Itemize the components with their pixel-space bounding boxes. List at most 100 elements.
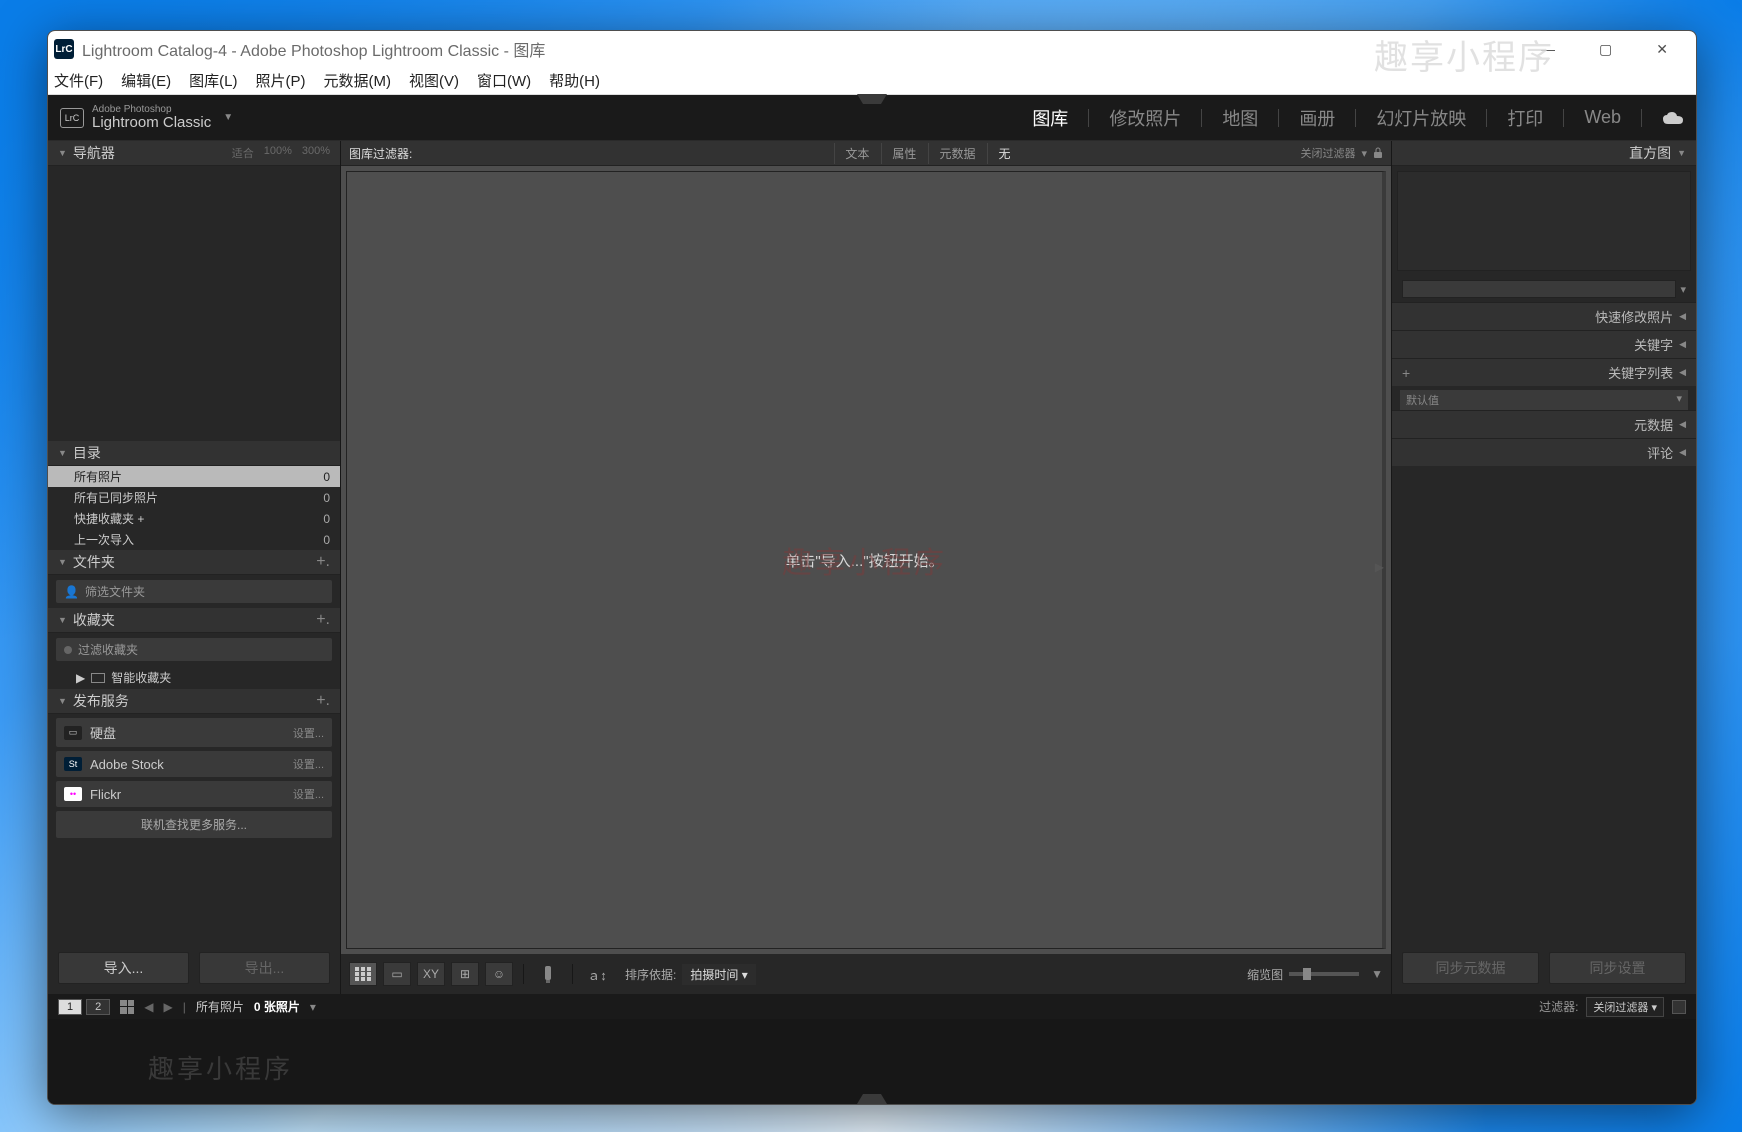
filmstrip-source-label[interactable]: 所有照片: [196, 998, 244, 1015]
catalog-body: 所有照片 0 所有已同步照片 0 快捷收藏夹 + 0 上一次导入 0: [48, 466, 340, 550]
module-develop[interactable]: 修改照片: [1109, 105, 1181, 131]
publish-setup-link[interactable]: 设置...: [293, 756, 324, 772]
import-export-bar: 导入... 导出...: [48, 942, 340, 994]
close-button[interactable]: ✕: [1648, 37, 1676, 62]
nav-fit[interactable]: 适合: [232, 145, 254, 161]
catalog-header[interactable]: ▼ 目录: [48, 441, 340, 466]
catalog-last-import[interactable]: 上一次导入 0: [48, 529, 340, 550]
filmstrip-header: 1 2 ◀ ▶ | 所有照片 0 张照片 ▾ 过滤器: 关闭过滤器 ▾: [48, 994, 1696, 1019]
lock-icon[interactable]: [1373, 147, 1383, 159]
metadata-header[interactable]: 元数据 ◀: [1392, 410, 1696, 438]
painter-tool[interactable]: [534, 962, 562, 986]
filter-tab-none[interactable]: 无: [987, 143, 1020, 164]
panel-expand-right-icon[interactable]: ▶: [1375, 560, 1384, 574]
publish-setup-link[interactable]: 设置...: [293, 786, 324, 802]
menu-photo[interactable]: 照片(P): [256, 70, 306, 91]
grid-indicator-icon[interactable]: [120, 1000, 134, 1014]
watermark-bottom: 趣享小程序: [148, 1049, 293, 1086]
module-book[interactable]: 画册: [1299, 105, 1335, 131]
quick-develop-header[interactable]: 快速修改照片 ◀: [1392, 302, 1696, 330]
cloud-sync-icon[interactable]: [1662, 111, 1684, 125]
keywording-header[interactable]: 关键字 ◀: [1392, 330, 1696, 358]
module-map[interactable]: 地图: [1222, 105, 1258, 131]
publish-harddrive[interactable]: ▭ 硬盘 设置...: [56, 718, 332, 747]
catalog-synced[interactable]: 所有已同步照片 0: [48, 487, 340, 508]
add-keyword-button[interactable]: +: [1402, 365, 1410, 381]
quick-develop-title: 快速修改照片: [1595, 307, 1673, 326]
publish-title: 发布服务: [73, 691, 129, 711]
module-print[interactable]: 打印: [1507, 105, 1543, 131]
add-folder-button[interactable]: +.: [316, 553, 330, 571]
nav-300[interactable]: 300%: [302, 145, 330, 161]
menu-window[interactable]: 窗口(W): [477, 70, 531, 91]
filter-tab-meta[interactable]: 元数据: [928, 143, 985, 164]
menu-library[interactable]: 图库(L): [189, 70, 237, 91]
comments-header[interactable]: 评论 ◀: [1392, 438, 1696, 466]
catalog-item-count: 0: [323, 470, 330, 484]
secondary-display-button[interactable]: 2: [86, 999, 110, 1015]
identity-plate-menu-icon[interactable]: ▼: [223, 112, 233, 123]
sync-settings-button[interactable]: 同步设置: [1549, 952, 1686, 984]
menu-metadata[interactable]: 元数据(M): [324, 70, 392, 91]
toolbar-menu-icon[interactable]: ▼: [1371, 967, 1383, 981]
chevron-down-icon[interactable]: ▾: [310, 1000, 316, 1014]
collapse-icon: ◀: [1679, 311, 1686, 322]
grid-view-button[interactable]: [349, 962, 377, 986]
histogram-header[interactable]: 直方图 ▼: [1392, 141, 1696, 166]
maximize-button[interactable]: ▢: [1591, 37, 1620, 62]
compare-view-button[interactable]: XY: [417, 962, 445, 986]
catalog-title: 目录: [73, 443, 101, 463]
catalog-quick[interactable]: 快捷收藏夹 + 0: [48, 508, 340, 529]
smart-collections-row[interactable]: ▶ 智能收藏夹: [48, 666, 340, 689]
filmstrip[interactable]: 趣享小程序: [48, 1019, 1696, 1104]
import-button[interactable]: 导入...: [58, 952, 189, 984]
nav-100[interactable]: 100%: [264, 145, 292, 161]
module-library[interactable]: 图库: [1032, 105, 1068, 131]
publish-adobestock[interactable]: St Adobe Stock 设置...: [56, 751, 332, 777]
filter-tab-attrib[interactable]: 属性: [881, 143, 926, 164]
menu-view[interactable]: 视图(V): [409, 70, 459, 91]
loupe-view-button[interactable]: ▭: [383, 962, 411, 986]
add-collection-button[interactable]: +.: [316, 611, 330, 629]
publish-find-more[interactable]: 联机查找更多服务...: [56, 811, 332, 838]
panel-collapse-top-icon[interactable]: [857, 94, 887, 104]
nav-fwd-icon[interactable]: ▶: [163, 1000, 172, 1014]
keyword-list-header[interactable]: + 关键字列表 ◀: [1392, 358, 1696, 386]
filter-preset-dropdown[interactable]: 关闭过滤器: [1300, 145, 1355, 161]
people-view-button[interactable]: ☺: [485, 962, 513, 986]
sort-select[interactable]: 拍摄时间 ▾: [682, 964, 755, 985]
publish-header[interactable]: ▼ 发布服务 +.: [48, 689, 340, 714]
grid-view[interactable]: 趣享小程序 单击"导入..."按钮开始。 ▶: [346, 171, 1386, 949]
sort-direction-button[interactable]: ａ↕: [583, 962, 611, 986]
publish-setup-link[interactable]: 设置...: [293, 725, 324, 741]
sort-label: 排序依据:: [625, 966, 676, 983]
collection-filter-input[interactable]: 过滤收藏夹: [56, 638, 332, 661]
primary-display-button[interactable]: 1: [58, 999, 82, 1015]
export-button[interactable]: 导出...: [199, 952, 330, 984]
nav-back-icon[interactable]: ◀: [144, 1000, 153, 1014]
grid-toolbar: ▭ XY ⊞ ☺ ａ↕ 排序依据: 拍摄时间 ▾ 缩览图 ▼: [341, 954, 1391, 994]
filter-tab-text[interactable]: 文本: [834, 143, 879, 164]
add-publish-button[interactable]: +.: [316, 692, 330, 710]
filter-preset-select[interactable]: 关闭过滤器 ▾: [1586, 997, 1664, 1017]
metadata-preset-select[interactable]: 默认值▾: [1400, 390, 1688, 410]
publish-flickr[interactable]: •• Flickr 设置...: [56, 781, 332, 807]
menu-help[interactable]: 帮助(H): [549, 70, 600, 91]
catalog-item-count: 0: [323, 491, 330, 505]
folder-filter-input[interactable]: 👤 筛选文件夹: [56, 580, 332, 603]
catalog-item-count: 0: [323, 512, 330, 526]
sync-metadata-button[interactable]: 同步元数据: [1402, 952, 1539, 984]
quick-field-dropdown[interactable]: [1402, 280, 1676, 298]
menu-file[interactable]: 文件(F): [54, 70, 103, 91]
filter-toggle-icon[interactable]: [1672, 1000, 1686, 1014]
catalog-all-photos[interactable]: 所有照片 0: [48, 466, 340, 487]
menu-edit[interactable]: 编辑(E): [121, 70, 171, 91]
survey-view-button[interactable]: ⊞: [451, 962, 479, 986]
module-slideshow[interactable]: 幻灯片放映: [1376, 105, 1466, 131]
navigator-header[interactable]: ▼ 导航器 适合 100% 300%: [48, 141, 340, 166]
thumbnail-size-slider[interactable]: [1289, 972, 1359, 976]
collections-header[interactable]: ▼ 收藏夹 +.: [48, 608, 340, 633]
module-web[interactable]: Web: [1584, 107, 1621, 128]
panel-collapse-bottom-icon[interactable]: [857, 1094, 887, 1104]
folders-header[interactable]: ▼ 文件夹 +.: [48, 550, 340, 575]
